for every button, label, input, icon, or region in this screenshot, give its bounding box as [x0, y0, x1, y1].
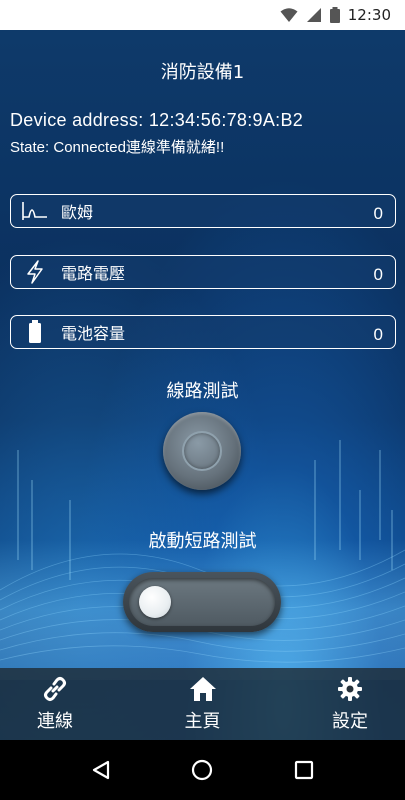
gear-icon — [337, 675, 363, 703]
home-circle-icon[interactable] — [182, 750, 222, 790]
battery-icon — [21, 320, 49, 344]
app-screen: 消防設備1 Device address: 12:34:56:78:9A:B2 … — [0, 30, 405, 740]
short-test-toggle[interactable] — [123, 572, 281, 632]
nav-home[interactable]: 主頁 — [168, 675, 238, 733]
battery-status-icon — [329, 7, 340, 23]
reading-label: 電池容量 — [61, 324, 126, 343]
nav-settings[interactable]: 設定 — [315, 675, 385, 733]
cellular-signal-icon — [306, 8, 321, 22]
nav-connect[interactable]: 連線 — [20, 675, 90, 733]
reading-ohm: 歐姆 0 — [10, 194, 396, 228]
nav-label: 主頁 — [184, 711, 221, 732]
line-test-button[interactable] — [163, 412, 241, 490]
home-icon — [189, 675, 217, 703]
lightning-icon — [21, 260, 49, 284]
status-bar: 12:30 — [0, 0, 405, 30]
reading-label: 歐姆 — [61, 203, 94, 222]
back-icon[interactable] — [81, 750, 121, 790]
reading-circuit-voltage: 電路電壓 0 — [10, 255, 396, 289]
system-nav-bar — [0, 740, 405, 800]
short-test-label: 啟動短路測試 — [148, 531, 257, 552]
reading-value: 0 — [373, 325, 383, 344]
device-address: Device address: 12:34:56:78:9A:B2 — [10, 110, 304, 130]
waveform-icon — [21, 199, 49, 223]
bottom-nav: 連線 主頁 設定 — [0, 668, 405, 740]
nav-label: 連線 — [37, 711, 73, 732]
reading-label: 電路電壓 — [61, 264, 126, 283]
recents-icon[interactable] — [284, 750, 324, 790]
status-time: 12:30 — [347, 6, 391, 24]
reading-value: 0 — [373, 204, 383, 223]
link-icon — [42, 675, 68, 703]
page-title: 消防設備1 — [160, 62, 245, 83]
wifi-icon — [280, 8, 298, 22]
reading-battery-capacity: 電池容量 0 — [10, 315, 396, 349]
connection-state: State: Connected連線準備就緒!! — [10, 139, 225, 156]
toggle-knob[interactable] — [139, 586, 171, 618]
reading-value: 0 — [373, 265, 383, 284]
button-ring — [182, 431, 222, 471]
nav-label: 設定 — [332, 711, 368, 732]
line-test-label: 線路測試 — [166, 381, 239, 402]
